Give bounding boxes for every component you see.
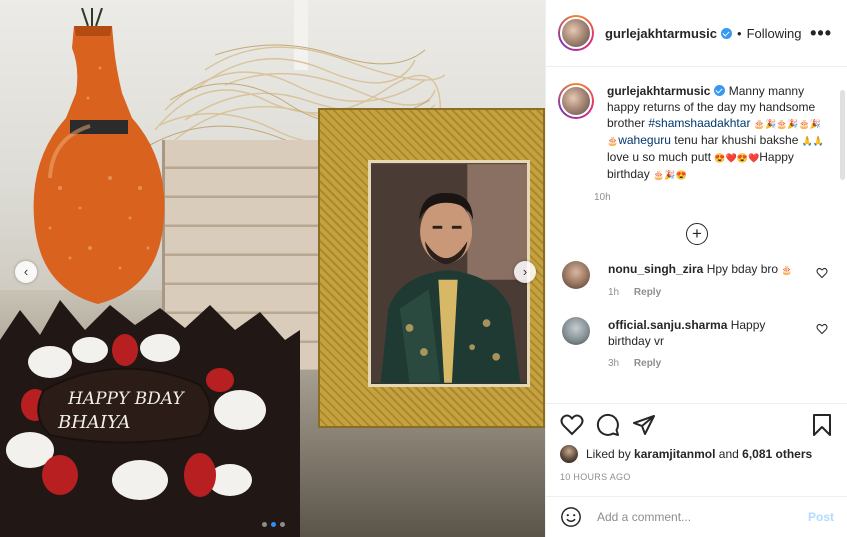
comment-meta: 3h Reply: [608, 356, 808, 372]
comments-scrollbar[interactable]: [840, 90, 845, 180]
comment-item: official.sanju.sharma Happy birthday vr …: [558, 317, 836, 372]
comment-text: Hpy bday bro: [706, 262, 779, 276]
avatar-image: [560, 85, 592, 117]
caption-part: tenu har khushi bakshe: [674, 133, 799, 147]
verified-badge-icon: [721, 27, 732, 39]
commenter-username[interactable]: official.sanju.sharma: [608, 318, 727, 332]
caption-emoji: 🙏🙏: [801, 136, 825, 146]
likes-others-count[interactable]: 6,081 others: [742, 447, 812, 461]
caption-time: 10h: [594, 192, 611, 203]
chevron-right-icon: ›: [522, 264, 528, 279]
comment-bubble-icon[interactable]: [596, 413, 620, 437]
post-photo[interactable]: HAPPY BDAY BHAIYA ‹ ›: [0, 0, 545, 537]
comment-item: nonu_singh_zira Hpy bday bro 🎂 1h Reply: [558, 261, 836, 301]
caption-emoji: 😍❤️😍❤️: [714, 153, 760, 163]
carousel-next-button[interactable]: ›: [514, 261, 536, 283]
caption-author-avatar[interactable]: [558, 83, 594, 119]
caption-part: love u so much putt: [607, 150, 712, 164]
comment-time: 3h: [608, 358, 620, 369]
caption-username[interactable]: gurlejakhtarmusic: [607, 84, 710, 98]
commenter-avatar[interactable]: [562, 317, 590, 345]
add-comment-bar: Add a comment... Post: [546, 496, 847, 537]
reply-button[interactable]: Reply: [634, 358, 661, 369]
following-button[interactable]: Following: [747, 26, 802, 41]
comments-section[interactable]: gurlejakhtarmusic Manny manny happy retu…: [546, 67, 847, 403]
comment-time: 1h: [608, 287, 620, 298]
caption-emoji: 🎂🎉😍: [653, 170, 687, 180]
post-caption: gurlejakhtarmusic Manny manny happy retu…: [558, 83, 836, 203]
liker-avatar[interactable]: [560, 445, 578, 463]
commenter-avatar[interactable]: [562, 261, 590, 289]
emoji-smile-icon[interactable]: [560, 506, 582, 528]
separator-bullet: •: [737, 25, 742, 41]
like-heart-icon[interactable]: [560, 413, 584, 437]
carousel-dot: [262, 522, 267, 527]
load-more-comments-icon[interactable]: +: [686, 223, 708, 245]
cake-writing-bhaiya: BHAIYA: [57, 412, 131, 433]
likes-summary: Liked by karamjitanmol and 6,081 others: [560, 445, 812, 463]
add-comment-input[interactable]: Add a comment...: [597, 510, 808, 524]
reply-button[interactable]: Reply: [634, 287, 661, 298]
likes-prefix: Liked by: [586, 447, 631, 461]
photo-orange-vase: [33, 8, 165, 304]
carousel-dot: [280, 522, 285, 527]
avatar-image: [560, 17, 592, 49]
action-bar: [546, 403, 847, 443]
carousel-prev-button[interactable]: ‹: [15, 261, 37, 283]
post-comment-button[interactable]: Post: [808, 510, 834, 524]
carousel-dot-active: [271, 522, 276, 527]
instagram-post-modal: HAPPY BDAY BHAIYA ‹ › gurlejakhtarmusic …: [0, 0, 847, 537]
author-username[interactable]: gurlejakhtarmusic: [605, 26, 717, 41]
comment-like-heart-icon[interactable]: [816, 267, 828, 279]
liker-username[interactable]: karamjitanmol: [634, 447, 715, 461]
chevron-left-icon: ‹: [23, 264, 29, 279]
hashtag-link[interactable]: #shamshaadakhtar: [648, 116, 750, 130]
save-bookmark-icon[interactable]: [811, 413, 833, 437]
comment-emoji: 🎂: [781, 265, 793, 275]
portrait-drawing: [371, 164, 527, 383]
carousel-indicator: [262, 522, 285, 527]
comment-like-heart-icon[interactable]: [816, 323, 828, 335]
commenter-username[interactable]: nonu_singh_zira: [608, 262, 703, 276]
author-avatar[interactable]: [558, 15, 594, 51]
photo-birthday-cake: HAPPY BDAY BHAIYA: [0, 300, 300, 537]
comment-meta: 1h Reply: [608, 285, 808, 301]
cake-writing-happy-bday: HAPPY BDAY: [67, 389, 185, 409]
likes-conjunction: and: [718, 447, 739, 461]
verified-badge-icon: [714, 85, 726, 96]
hashtag-link-waheguru[interactable]: waheguru: [618, 133, 671, 147]
post-sidebar: gurlejakhtarmusic • Following ••• gurlej…: [545, 0, 847, 537]
photo-framed-portrait: [368, 160, 530, 387]
caption-text: gurlejakhtarmusic Manny manny happy retu…: [607, 83, 827, 183]
share-send-icon[interactable]: [632, 413, 656, 437]
post-timestamp[interactable]: 10 HOURS AGO: [560, 472, 631, 482]
more-options-icon[interactable]: •••: [810, 23, 832, 44]
post-header: gurlejakhtarmusic • Following •••: [546, 0, 847, 67]
